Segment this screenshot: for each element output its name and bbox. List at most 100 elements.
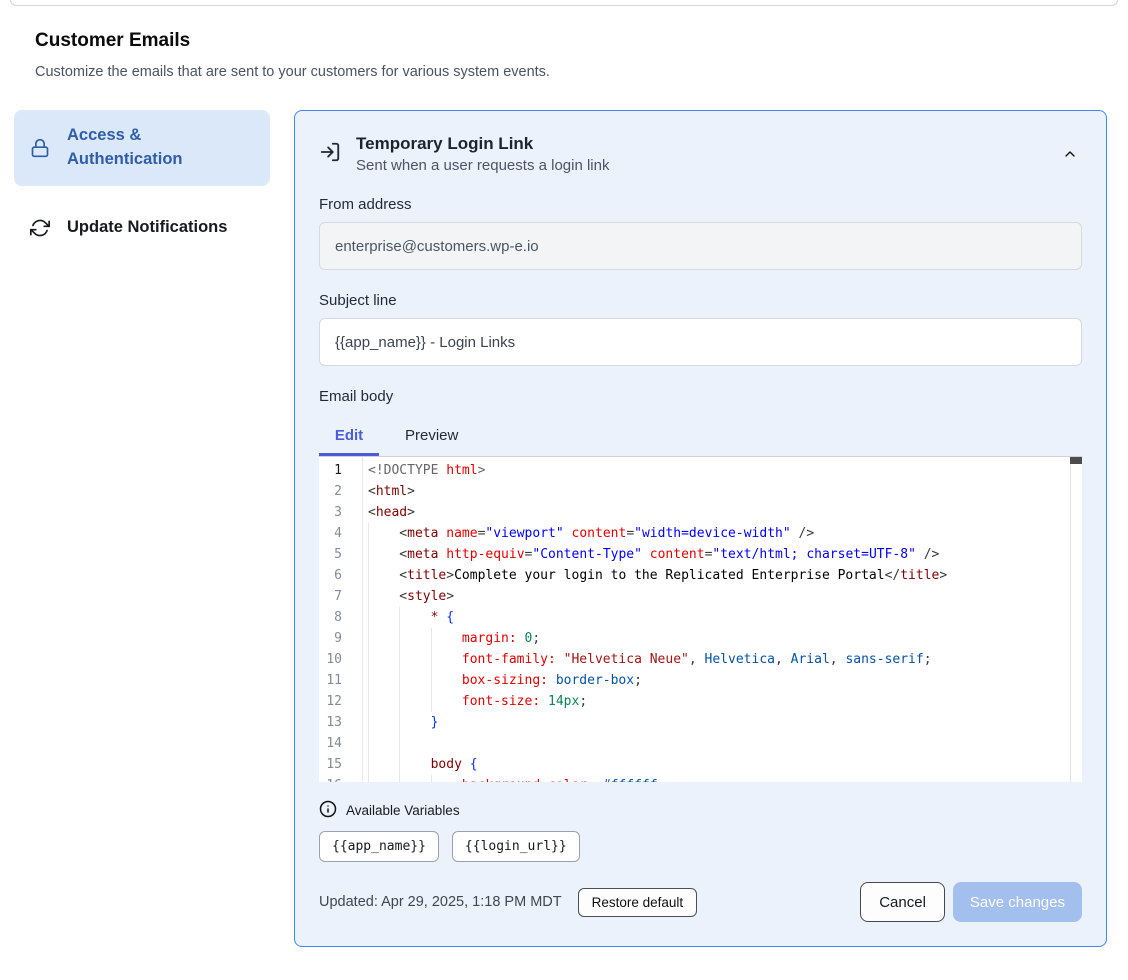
line-number: 13	[319, 712, 362, 733]
sidebar-item-label: Access & Authentication	[67, 124, 254, 172]
panel-subtitle: Sent when a user requests a login link	[356, 157, 609, 174]
tab-preview[interactable]: Preview	[403, 415, 460, 456]
indent-guide	[368, 544, 399, 565]
panel-title: Temporary Login Link	[356, 134, 609, 154]
indent-guide	[399, 691, 430, 712]
code-editor[interactable]: 12345678910111213141516 <!DOCTYPE html><…	[319, 456, 1082, 782]
code-line: <!DOCTYPE html>	[368, 460, 1068, 481]
tab-edit[interactable]: Edit	[319, 415, 379, 456]
code-line: * {	[368, 607, 1068, 628]
line-number: 5	[319, 544, 362, 565]
sidebar-item-label: Update Notifications	[67, 216, 227, 240]
indent-guide	[399, 670, 430, 691]
panel-header: Temporary Login Link Sent when a user re…	[319, 134, 1082, 174]
indent-guide	[431, 691, 462, 712]
indent-guide	[368, 607, 399, 628]
indent-guide	[368, 712, 399, 733]
panel-header-text: Temporary Login Link Sent when a user re…	[356, 134, 609, 174]
code-line: <head>	[368, 502, 1068, 523]
available-variables-header: Available Variables	[319, 800, 1082, 821]
code-line: font-size: 14px;	[368, 691, 1068, 712]
updated-timestamp: Updated: Apr 29, 2025, 1:18 PM MDT	[319, 894, 562, 910]
save-changes-button[interactable]: Save changes	[953, 882, 1082, 922]
line-number: 12	[319, 691, 362, 712]
subject-line-input[interactable]	[319, 318, 1082, 366]
temporary-login-link-panel: Temporary Login Link Sent when a user re…	[294, 110, 1107, 947]
line-number: 10	[319, 649, 362, 670]
indent-guide	[368, 628, 399, 649]
code-line: body {	[368, 754, 1068, 775]
line-number: 8	[319, 607, 362, 628]
line-number: 14	[319, 733, 362, 754]
editor-scrollbar[interactable]	[1070, 457, 1082, 782]
sidebar-item-access-authentication[interactable]: Access & Authentication	[14, 110, 270, 186]
editor-gutter: 12345678910111213141516	[319, 457, 363, 782]
indent-guide	[368, 754, 399, 775]
indent-guide	[399, 649, 430, 670]
lock-icon	[30, 138, 52, 158]
collapse-button[interactable]	[1058, 142, 1082, 169]
line-number: 7	[319, 586, 362, 607]
indent-guide	[399, 712, 430, 733]
line-number: 1	[319, 460, 362, 481]
login-icon	[319, 141, 341, 168]
code-line: <meta http-equiv="Content-Type" content=…	[368, 544, 1068, 565]
editor-scrollbar-thumb[interactable]	[1070, 457, 1082, 464]
indent-guide	[399, 754, 430, 775]
from-address-label: From address	[319, 196, 1082, 213]
indent-guide	[399, 628, 430, 649]
line-number: 6	[319, 565, 362, 586]
indent-guide	[368, 565, 399, 586]
code-line: margin: 0;	[368, 628, 1068, 649]
variable-chip[interactable]: {{login_url}}	[452, 831, 580, 862]
indent-guide	[399, 607, 430, 628]
cancel-button[interactable]: Cancel	[860, 882, 945, 922]
line-number: 16	[319, 775, 362, 782]
line-number: 9	[319, 628, 362, 649]
editor-code: <!DOCTYPE html><html><head><meta name="v…	[363, 457, 1082, 782]
sidebar-item-update-notifications[interactable]: Update Notifications	[14, 202, 270, 254]
code-line: background-color: #ffffff;	[368, 775, 1068, 782]
previous-card-bottom-edge	[10, 0, 1118, 6]
available-variables-label: Available Variables	[346, 803, 460, 818]
subject-line-label: Subject line	[319, 292, 1082, 309]
indent-guide	[431, 670, 462, 691]
indent-guide	[368, 523, 399, 544]
indent-guide	[399, 733, 430, 754]
line-number: 11	[319, 670, 362, 691]
page-subtitle: Customize the emails that are sent to yo…	[35, 64, 1128, 80]
line-number: 4	[319, 523, 362, 544]
email-body-label: Email body	[319, 388, 1082, 405]
variable-chip[interactable]: {{app_name}}	[319, 831, 439, 862]
indent-guide	[368, 775, 399, 782]
variable-chips: {{app_name}} {{login_url}}	[319, 831, 1082, 862]
sidebar: Access & Authentication Update Notificat…	[14, 110, 270, 254]
panel-footer: Updated: Apr 29, 2025, 1:18 PM MDT Resto…	[319, 882, 1082, 922]
refresh-icon	[30, 218, 52, 238]
code-line: <style>	[368, 586, 1068, 607]
indent-guide	[431, 628, 462, 649]
info-icon	[319, 800, 337, 821]
chevron-up-icon	[1062, 150, 1078, 165]
indent-guide	[431, 775, 462, 782]
email-body-tabs: Edit Preview	[319, 415, 1082, 456]
code-line: <html>	[368, 481, 1068, 502]
content-row: Access & Authentication Update Notificat…	[14, 110, 1107, 947]
code-line: }	[368, 712, 1068, 733]
line-number: 15	[319, 754, 362, 775]
code-line: box-sizing: border-box;	[368, 670, 1068, 691]
code-line: font-family: "Helvetica Neue", Helvetica…	[368, 649, 1068, 670]
code-line: <title>Complete your login to the Replic…	[368, 565, 1068, 586]
indent-guide	[431, 649, 462, 670]
indent-guide	[368, 586, 399, 607]
line-number: 3	[319, 502, 362, 523]
from-address-input	[319, 222, 1082, 270]
indent-guide	[368, 733, 399, 754]
code-line: <meta name="viewport" content="width=dev…	[368, 523, 1068, 544]
code-line	[368, 733, 1068, 754]
indent-guide	[368, 649, 399, 670]
page-title: Customer Emails	[35, 30, 1128, 52]
indent-guide	[368, 691, 399, 712]
restore-default-button[interactable]: Restore default	[578, 888, 698, 917]
line-number: 2	[319, 481, 362, 502]
